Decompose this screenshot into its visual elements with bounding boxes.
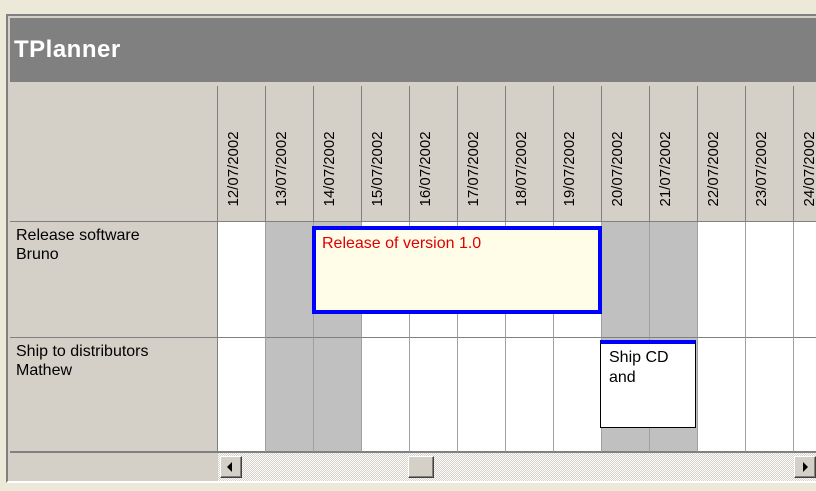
row-header-title: Release software [16,227,140,244]
planner-cell[interactable] [554,338,602,452]
row-header-ship-to-distributors[interactable]: Ship to distributors Mathew [10,338,218,452]
planner-frame: TPlanner 12/07/2002 13/07/2002 14/07/2002 1… [6,14,816,483]
planner-cell[interactable] [506,338,554,452]
row-header-title: Ship to distributors [16,343,149,360]
date-label: 14/07/2002 [320,131,338,207]
planner-cell[interactable] [698,222,746,338]
date-column-header[interactable]: 14/07/2002 [314,86,362,222]
date-label: 24/07/2002 [800,131,816,207]
scrollbar-thumb[interactable] [408,456,434,478]
date-column-header[interactable]: 12/07/2002 [218,86,266,222]
date-column-header[interactable]: 23/07/2002 [746,86,794,222]
date-label: 16/07/2002 [416,131,434,207]
header-corner [10,86,218,222]
arrow-left-icon [227,462,232,472]
date-column-header[interactable]: 16/07/2002 [410,86,458,222]
planner-cell[interactable] [362,338,410,452]
planner-cell[interactable] [458,338,506,452]
planner-cell[interactable] [602,222,650,338]
date-column-header[interactable]: 19/07/2002 [554,86,602,222]
planner-cell[interactable] [266,338,314,452]
date-column-header[interactable]: 21/07/2002 [650,86,698,222]
date-label: 18/07/2002 [512,131,530,207]
date-label: 19/07/2002 [560,131,578,207]
scroll-left-button[interactable] [220,456,242,478]
date-label: 17/07/2002 [464,131,482,207]
date-label: 21/07/2002 [656,131,674,207]
horizontal-scrollbar[interactable] [218,452,816,481]
planner-cell[interactable] [410,338,458,452]
date-column-header[interactable]: 24/07/2002 [794,86,816,222]
scroll-right-button[interactable] [794,456,816,478]
row-header-resource: Bruno [16,246,59,263]
date-column-header[interactable]: 13/07/2002 [266,86,314,222]
task-text: Release of version 1.0 [322,235,482,252]
planner-cell[interactable] [314,338,362,452]
planner-caption: TPlanner [10,18,816,82]
date-column-header[interactable]: 22/07/2002 [698,86,746,222]
date-label: 20/07/2002 [608,131,626,207]
date-column-header[interactable]: 18/07/2002 [506,86,554,222]
task-ship-cd[interactable]: Ship CD and [600,340,696,428]
planner-cell[interactable] [794,222,816,338]
scrollbar-spacer [10,452,218,481]
date-column-header[interactable]: 15/07/2002 [362,86,410,222]
date-label: 12/07/2002 [224,131,242,207]
date-label: 15/07/2002 [368,131,386,207]
row-header-resource: Mathew [16,362,73,379]
date-label: 13/07/2002 [272,131,290,207]
date-column-header[interactable]: 17/07/2002 [458,86,506,222]
planner-cell[interactable] [746,222,794,338]
planner-cell[interactable] [698,338,746,452]
planner-cell[interactable] [218,222,266,338]
planner-cell[interactable] [218,338,266,452]
date-column-header[interactable]: 20/07/2002 [602,86,650,222]
date-label: 22/07/2002 [704,131,722,207]
row-header-release-software[interactable]: Release software Bruno [10,222,218,338]
date-label: 23/07/2002 [752,131,770,207]
planner-cell[interactable] [266,222,314,338]
planner-cell[interactable] [746,338,794,452]
planner-cell[interactable] [650,222,698,338]
task-text-line1: Ship CD [609,349,669,366]
app-background: TPlanner 12/07/2002 13/07/2002 14/07/2002 1… [0,0,816,491]
task-release-version[interactable]: Release of version 1.0 [312,226,602,314]
planner-cell[interactable] [794,338,816,452]
task-text-line2: and [609,369,636,386]
arrow-right-icon [803,462,808,472]
